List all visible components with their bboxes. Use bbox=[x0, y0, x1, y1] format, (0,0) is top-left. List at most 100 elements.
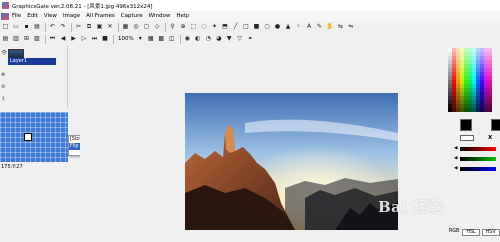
play-next-icon[interactable]: ▷ bbox=[80, 35, 89, 44]
color-palette-grid[interactable] bbox=[448, 48, 492, 112]
pixel-grid-icon[interactable]: ▩ bbox=[157, 35, 166, 44]
zoom-icon[interactable]: ⚲ bbox=[168, 23, 177, 32]
menu-help[interactable]: Help bbox=[176, 13, 189, 19]
spray-icon[interactable]: ⁘ bbox=[294, 23, 303, 32]
eye-icon[interactable]: 👁 bbox=[1, 50, 7, 56]
menu-all-frames[interactable]: All Frames bbox=[86, 13, 115, 19]
select-lasso-icon[interactable]: ◌ bbox=[200, 23, 209, 32]
animation-toolbar: ▤ ▥ ⊞ ▨ ⏮ ◀ ▶ ▷ ⏭ ■ 100% ▾ ▦ ▩ ◫ ◉ ◐ ◔ ◕… bbox=[0, 33, 500, 45]
app-icon bbox=[2, 2, 9, 9]
replace-icon[interactable]: ⇆ bbox=[336, 23, 345, 32]
line-icon[interactable]: ╱ bbox=[231, 23, 240, 32]
cut-icon[interactable]: ✂ bbox=[74, 23, 83, 32]
palette-panel: X ◀ ◀ ◀ RGB HSL HSV bbox=[444, 46, 500, 242]
paste-icon[interactable]: ▣ bbox=[95, 23, 104, 32]
separator bbox=[45, 22, 46, 32]
mode-button-hsl[interactable]: HSL bbox=[462, 229, 480, 236]
picker-icon[interactable]: ✎ bbox=[315, 23, 324, 32]
foreground-color-swatch[interactable] bbox=[460, 119, 472, 131]
settings-icon[interactable]: ⚙ bbox=[1, 84, 5, 90]
select-rect-icon[interactable]: ⬚ bbox=[189, 23, 198, 32]
print-icon[interactable]: ▤ bbox=[33, 23, 42, 32]
new-icon[interactable]: □ bbox=[1, 23, 10, 32]
stop-icon[interactable]: ■ bbox=[101, 35, 110, 44]
layer-row[interactable]: Layer1 bbox=[8, 58, 56, 65]
menu-bar: File Edit View Image All Frames Capture … bbox=[0, 11, 500, 21]
transparent-color-swatch[interactable] bbox=[460, 135, 474, 141]
text-icon[interactable]: A bbox=[305, 23, 314, 32]
undo-icon[interactable]: ↶ bbox=[48, 23, 57, 32]
ellipse-icon[interactable]: ○ bbox=[263, 23, 272, 32]
preview-icon[interactable]: ▢ bbox=[142, 23, 151, 32]
slider-arrow-icon: ◀ bbox=[454, 166, 458, 171]
mode-button-hsv[interactable]: HSV bbox=[481, 229, 500, 236]
arrow-icon[interactable]: ↕ bbox=[1, 96, 5, 102]
link-icon[interactable]: ⚭ bbox=[246, 35, 255, 44]
delete-icon[interactable]: ✕ bbox=[106, 23, 115, 32]
play-prev-icon[interactable]: ◀ bbox=[59, 35, 68, 44]
arrow-down-icon[interactable]: ▼ bbox=[225, 35, 234, 44]
grid-icon[interactable]: ▦ bbox=[146, 35, 155, 44]
separator bbox=[165, 22, 166, 32]
image-icon[interactable]: ▨ bbox=[33, 35, 42, 44]
preview-icon[interactable]: ◕ bbox=[214, 35, 223, 44]
canvas-image[interactable] bbox=[185, 93, 398, 230]
color-mode-buttons: RGB HSL HSV bbox=[449, 229, 500, 236]
separator bbox=[45, 34, 46, 44]
separator bbox=[179, 34, 181, 44]
chevron-down-icon[interactable]: ▾ bbox=[136, 35, 145, 44]
frame-icon[interactable]: ▥ bbox=[12, 35, 21, 44]
menu-window[interactable]: Window bbox=[149, 13, 171, 19]
menu-file[interactable]: File bbox=[12, 13, 21, 19]
grid-icon[interactable]: ▦ bbox=[121, 23, 130, 32]
menu-edit[interactable]: Edit bbox=[27, 13, 38, 19]
coordinate-readout: 175:Y:27 bbox=[1, 164, 23, 170]
menu-image[interactable]: Image bbox=[63, 13, 80, 19]
grid-cursor[interactable] bbox=[24, 133, 32, 141]
menu-capture[interactable]: Capture bbox=[121, 13, 143, 19]
color-icon[interactable]: ◐ bbox=[193, 35, 202, 44]
brush-icon[interactable]: ▲ bbox=[284, 23, 293, 32]
copy-icon[interactable]: ⧉ bbox=[85, 23, 94, 32]
landscape-image bbox=[185, 93, 398, 230]
swap-colors-button[interactable]: X bbox=[488, 135, 492, 141]
menu-view[interactable]: View bbox=[44, 13, 57, 19]
layer-icon[interactable]: ▤ bbox=[1, 35, 10, 44]
red-slider[interactable] bbox=[460, 147, 496, 151]
shape-icon[interactable]: ◔ bbox=[204, 35, 213, 44]
play-first-icon[interactable]: ⏮ bbox=[48, 35, 57, 44]
layers-panel: 👁 Layer1 ✥ ⚙ ↕ bbox=[0, 46, 68, 108]
palette-color-cell[interactable] bbox=[488, 108, 492, 112]
onion-icon[interactable]: ◎ bbox=[132, 23, 141, 32]
zoom-level[interactable]: 100% bbox=[118, 36, 134, 42]
green-slider[interactable] bbox=[460, 157, 496, 161]
magnify-icon[interactable]: ⊕ bbox=[179, 23, 188, 32]
slider-arrow-icon: ◀ bbox=[454, 156, 458, 161]
preview-grid-panel[interactable] bbox=[0, 112, 68, 162]
window-title: GraphicsGale ver.2.08.21 - [风景1.jpg 496x… bbox=[12, 3, 153, 10]
background-color-swatch[interactable] bbox=[491, 119, 500, 131]
move-icon[interactable]: ✥ bbox=[1, 72, 5, 78]
add-frame-icon[interactable]: ⊞ bbox=[22, 35, 31, 44]
fill-icon[interactable]: ⬒ bbox=[221, 23, 230, 32]
play-last-icon[interactable]: ⏭ bbox=[90, 35, 99, 44]
filled-ellipse-icon[interactable]: ● bbox=[273, 23, 282, 32]
mirror-icon[interactable]: ⇋ bbox=[347, 23, 356, 32]
hand-icon[interactable]: ✋ bbox=[326, 23, 335, 32]
select-magic-icon[interactable]: ✦ bbox=[210, 23, 219, 32]
document-icon[interactable] bbox=[1, 12, 9, 20]
filled-rect-icon[interactable]: ■ bbox=[252, 23, 261, 32]
play-icon[interactable]: ▶ bbox=[69, 35, 78, 44]
rect-icon[interactable]: □ bbox=[242, 23, 251, 32]
palette-icon[interactable]: ◫ bbox=[167, 35, 176, 44]
save-icon[interactable]: ▪ bbox=[22, 23, 31, 32]
redo-icon[interactable]: ↷ bbox=[59, 23, 68, 32]
brush-size-icon[interactable]: ◉ bbox=[183, 35, 192, 44]
open-icon[interactable]: ▭ bbox=[12, 23, 21, 32]
transparent-icon[interactable]: ◇ bbox=[153, 23, 162, 32]
main-toolbar: □ ▭ ▪ ▤ ↶ ↷ ✂ ⧉ ▣ ✕ ▦ ◎ ▢ ◇ ⚲ ⊕ ⬚ ◌ ✦ ⬒ … bbox=[0, 21, 500, 33]
slider-arrow-icon: ◀ bbox=[454, 146, 458, 151]
arrow-down-icon[interactable]: ▽ bbox=[235, 35, 244, 44]
blue-slider[interactable] bbox=[460, 167, 496, 171]
watermark: Bai 经验 bbox=[378, 198, 445, 216]
